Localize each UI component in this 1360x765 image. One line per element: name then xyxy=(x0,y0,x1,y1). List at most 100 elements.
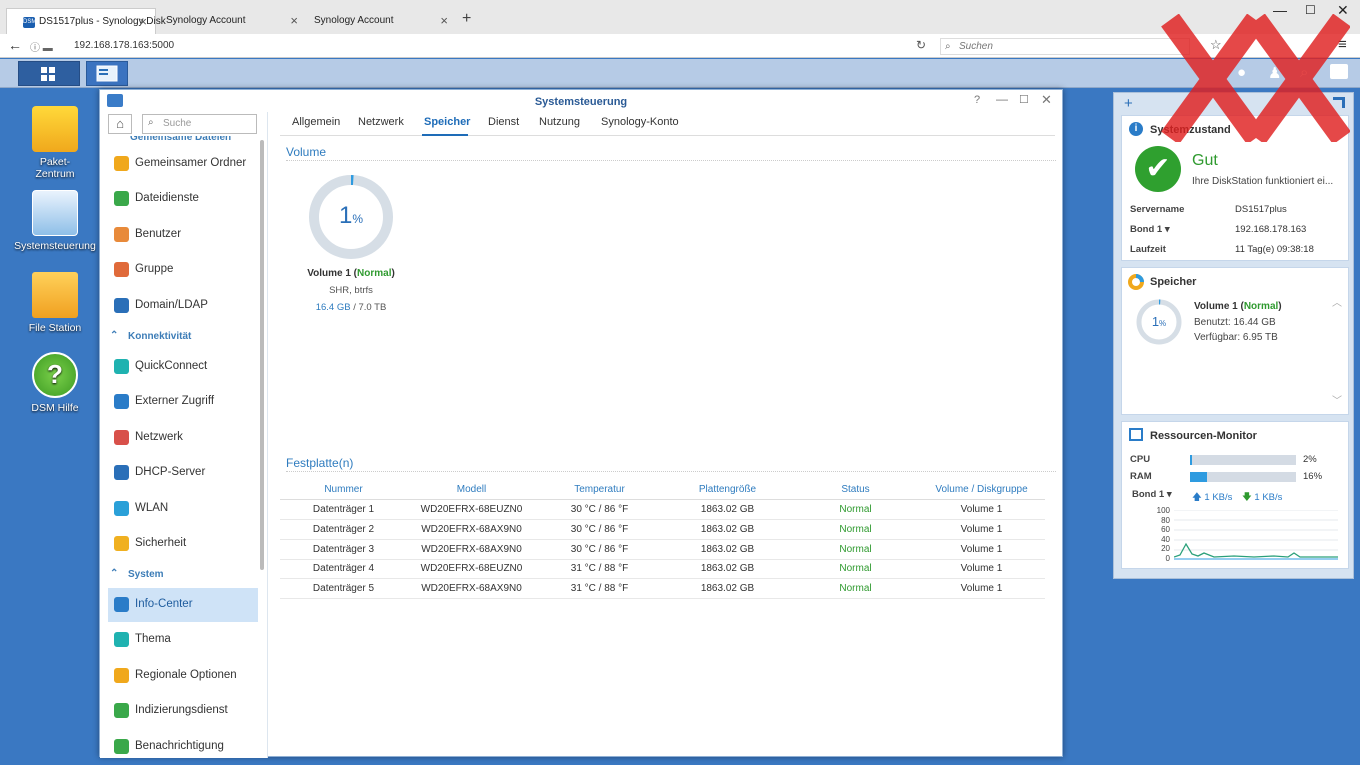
tab-nutzung[interactable]: Nutzung xyxy=(539,116,580,128)
tab-dienst[interactable]: Dienst xyxy=(488,116,519,128)
new-tab-icon[interactable]: + xyxy=(462,10,471,28)
site-info-icon[interactable]: ⓘ ▬ xyxy=(30,39,53,54)
cell-temperature: 30 °C / 86 °F xyxy=(570,504,629,515)
close-tab-icon[interactable]: × xyxy=(139,14,147,29)
benachrichtigung-icon xyxy=(114,738,129,754)
col-header-volume[interactable]: Volume / Diskgruppe xyxy=(918,484,1045,495)
close-tab-icon[interactable]: × xyxy=(290,13,298,28)
info-center-icon xyxy=(114,597,129,612)
sidebar-item-quickconnect[interactable]: QuickConnect xyxy=(108,350,258,384)
uptime-label: Laufzeit xyxy=(1130,244,1166,255)
col-header-size[interactable]: Plattengröße xyxy=(664,484,791,495)
help-icon[interactable]: ? xyxy=(974,94,980,106)
storage-volume: Volume 1 (Normal) xyxy=(1194,301,1282,312)
tab-speicher[interactable]: Speicher xyxy=(424,116,470,128)
cell-model: WD20EFRX-68EUZN0 xyxy=(420,563,523,575)
desktop-icon-file-station[interactable]: File Station xyxy=(10,272,100,334)
chevron-up-icon[interactable]: ︿ xyxy=(1332,294,1342,309)
col-header-number[interactable]: Nummer xyxy=(280,484,407,495)
desktop-icon-dsm-help[interactable]: ? DSM Hilfe xyxy=(10,352,100,414)
sidebar-item-label: Benachrichtigung xyxy=(135,739,224,752)
table-row[interactable]: Datenträger 5 WD20EFRX-68AX9N0 31 °C / 88 … xyxy=(280,579,1045,600)
domain-ldap-icon xyxy=(114,297,129,313)
sidebar-item-sicherheit[interactable]: Sicherheit xyxy=(108,527,258,561)
sidebar-search-input[interactable]: ⌕ Suche xyxy=(142,114,257,134)
table-row[interactable]: Datenträger 2 WD20EFRX-68AX9N0 30 °C / 86 … xyxy=(280,520,1045,540)
upload-rate: 🡅 1 KB/s xyxy=(1192,492,1233,503)
sidebar-item-thema[interactable]: Thema xyxy=(108,623,258,657)
sidebar-section-connectivity[interactable]: ⌃ Konnektivität xyxy=(108,330,191,342)
sidebar-item-gruppe[interactable]: Gruppe xyxy=(108,253,258,287)
y-tick-label: 100 xyxy=(1156,506,1170,515)
browser-tab-account-2[interactable]: Synology Account × xyxy=(306,8,456,34)
sidebar-item-dhcp-server[interactable]: DHCP-Server xyxy=(108,456,258,490)
sidebar-item-label: QuickConnect xyxy=(135,360,208,372)
sidebar-item-gemeinsamer-ordner[interactable]: Gemeinsamer Ordner xyxy=(108,147,258,181)
tab-synology-konto[interactable]: Synology-Konto xyxy=(601,116,679,128)
sidebar-item-externer-zugriff[interactable]: Externer Zugriff xyxy=(108,385,258,419)
bond-dropdown[interactable]: Bond 1 ▾ xyxy=(1130,224,1170,235)
search-icon: ⌕ xyxy=(945,41,951,52)
sidebar-item-benutzer[interactable]: Benutzer xyxy=(108,218,258,252)
sidebar-item-benachrichtigung[interactable]: Benachrichtigung xyxy=(108,730,258,758)
chevron-up-icon: ⌃ xyxy=(110,330,119,341)
maximize-icon[interactable]: ☐ xyxy=(1019,93,1029,106)
table-row[interactable]: Datenträger 1 WD20EFRX-68EUZN0 30 °C / 86 … xyxy=(280,500,1045,520)
table-row[interactable]: Datenträger 4 WD20EFRX-68EUZN0 31 °C / 88 … xyxy=(280,559,1045,580)
reload-icon[interactable]: ↻ xyxy=(916,38,926,52)
health-status: Gut xyxy=(1192,152,1218,169)
col-header-temperature[interactable]: Temperatur xyxy=(536,484,663,495)
back-arrow-icon[interactable]: ← xyxy=(8,37,22,53)
sidebar-item-wlan[interactable]: WLAN xyxy=(108,492,258,526)
health-message: Ihre DiskStation funktioniert ei... xyxy=(1192,176,1334,187)
browser-search-input[interactable]: ⌕ Suchen xyxy=(940,38,1190,55)
minimize-icon[interactable]: — xyxy=(996,92,1008,106)
add-widget-icon[interactable]: + xyxy=(1124,95,1133,112)
cell-status: Normal xyxy=(839,504,872,515)
section-title-disks: Festplatte(n) xyxy=(286,456,354,470)
cell-temperature: 30 °C / 86 °F xyxy=(570,523,629,535)
storage-percent: 1% xyxy=(1151,314,1167,329)
close-tab-icon[interactable]: × xyxy=(440,13,448,28)
url-field[interactable]: 192.168.178.163:5000 xyxy=(68,38,938,55)
desktop-icon-control-panel[interactable]: Systemsteuerung xyxy=(10,190,100,252)
browser-tab-account-1[interactable]: Synology Account × xyxy=(156,8,306,34)
sidebar-item-domain-ldap[interactable]: Domain/LDAP xyxy=(108,289,258,323)
sicherheit-icon xyxy=(114,536,129,551)
uptime-value: 11 Tag(e) 09:38:18 xyxy=(1235,244,1314,255)
sidebar-item-info-center[interactable]: Info-Center xyxy=(108,588,258,622)
browser-tab-dsm[interactable]: DSM DS1517plus - Synology Disk × xyxy=(6,8,166,34)
sidebar-section-system[interactable]: ⌃ System xyxy=(108,568,164,580)
sidebar-item-label: Thema xyxy=(135,633,171,646)
cell-status: Normal xyxy=(839,523,872,535)
volume-card[interactable]: 1% Volume 1 (Normal) SHR, btrfs 16.4 GB … xyxy=(286,170,416,313)
cell-status: Normal xyxy=(839,583,872,595)
cell-volume: Volume 1 xyxy=(960,563,1003,575)
sidebar-item-netzwerk[interactable]: Netzwerk xyxy=(108,421,258,455)
tab-allgemein[interactable]: Allgemein xyxy=(292,116,340,128)
y-tick-label: 60 xyxy=(1161,525,1170,535)
table-row[interactable]: Datenträger 3 WD20EFRX-68AX9N0 30 °C / 86 … xyxy=(280,540,1045,560)
sidebar-item-dateidienste[interactable]: Dateidienste xyxy=(108,182,258,216)
desktop-icon-package-center[interactable]: Paket- Zentrum xyxy=(10,106,100,180)
control-panel-window: Systemsteuerung ? — ☐ ✕ ⌂ ⌕ Suche Gemein… xyxy=(99,89,1063,758)
cell-number: Datenträger 3 xyxy=(312,543,375,555)
bond-dropdown[interactable]: Bond 1 ▾ xyxy=(1132,489,1172,500)
col-header-status[interactable]: Status xyxy=(792,484,919,495)
chevron-down-icon[interactable]: ﹀ xyxy=(1332,392,1342,407)
tab-netzwerk[interactable]: Netzwerk xyxy=(358,116,404,128)
sidebar-item-regionale-optionen[interactable]: Regionale Optionen xyxy=(108,659,258,693)
download-rate: 🡇 1 KB/s xyxy=(1242,492,1283,503)
taskbar-control-panel-button[interactable] xyxy=(86,61,128,86)
sidebar-scrollbar[interactable] xyxy=(260,140,264,570)
col-header-model[interactable]: Modell xyxy=(408,484,535,495)
volume-fs: SHR, btrfs xyxy=(329,285,373,296)
dsm-favicon: DSM xyxy=(23,17,36,28)
home-button[interactable]: ⌂ xyxy=(108,114,132,134)
main-menu-button[interactable] xyxy=(18,61,80,86)
ip-value: 192.168.178.163 xyxy=(1235,224,1307,235)
y-tick-label: 0 xyxy=(1165,554,1170,563)
folder-search-icon xyxy=(32,272,78,318)
sidebar-item-indizierungsdienst[interactable]: Indizierungsdienst xyxy=(108,694,258,728)
close-icon[interactable]: ✕ xyxy=(1041,92,1052,108)
